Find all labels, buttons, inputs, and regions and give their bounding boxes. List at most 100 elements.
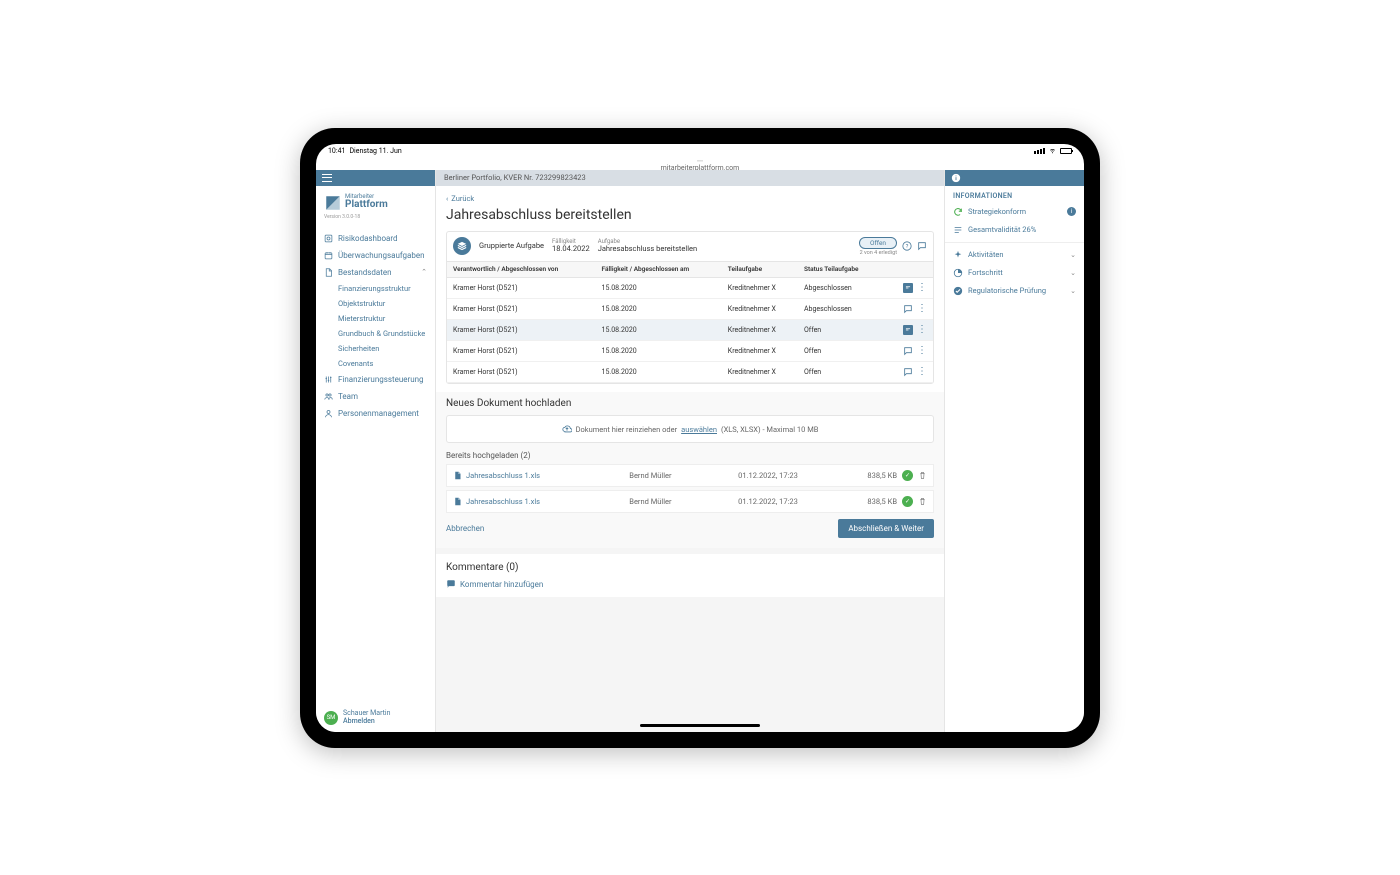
- person-icon: [324, 409, 333, 418]
- nav-risikodashboard[interactable]: Risikodashboard: [316, 230, 435, 247]
- gauge-icon: [324, 234, 333, 243]
- chevron-down-icon: ⌄: [1070, 269, 1076, 277]
- rb-info-title: INFORMATIONEN: [945, 186, 1084, 203]
- nav-sub-finanzierung[interactable]: Finanzierungsstruktur: [316, 281, 435, 296]
- nav-sub-sicherheiten[interactable]: Sicherheiten: [316, 341, 435, 356]
- table-row[interactable]: Kramer Horst (D521)15.08.2020Kreditnehme…: [447, 362, 933, 383]
- check-circle-icon: [953, 286, 963, 296]
- comment-icon[interactable]: [917, 241, 927, 251]
- add-comment-link[interactable]: Kommentar hinzufügen: [446, 579, 934, 589]
- logo-mark-icon: [324, 194, 342, 212]
- info-sidebar: INFORMATIONEN Strategiekonform i Gesamtv…: [944, 170, 1084, 732]
- nav-sub-covenants[interactable]: Covenants: [316, 356, 435, 371]
- comment-filled-icon[interactable]: [903, 283, 913, 293]
- nav-sub-grundbuch[interactable]: Grundbuch & Grundstücke: [316, 326, 435, 341]
- rb-fortschritt[interactable]: Fortschritt ⌄: [945, 264, 1084, 282]
- col-due: Fälligkeit / Abgeschlossen am: [596, 261, 722, 278]
- logout-link[interactable]: Abmelden: [343, 718, 390, 726]
- row-menu-icon[interactable]: ⋮: [917, 304, 927, 314]
- lines-icon: [953, 225, 963, 235]
- user-avatar[interactable]: SM: [324, 711, 338, 725]
- upload-browse-link[interactable]: auswählen: [681, 425, 717, 434]
- nav-personen[interactable]: Personenmanagement: [316, 405, 435, 422]
- sidebar-topbar: [316, 170, 435, 186]
- file-name[interactable]: Jahresabschluss 1.xls: [466, 471, 629, 480]
- back-link[interactable]: ‹ Zurück: [446, 194, 934, 203]
- col-owner: Verantwortlich / Abgeschlossen von: [447, 261, 596, 278]
- rb-validitaet[interactable]: Gesamtvalidität 26%: [945, 221, 1084, 239]
- rb-aktivitaeten[interactable]: Aktivitäten ⌄: [945, 246, 1084, 264]
- comment-outline-icon[interactable]: [903, 346, 913, 356]
- cancel-button[interactable]: Abbrechen: [446, 524, 484, 533]
- table-row[interactable]: Kramer Horst (D521)15.08.2020Kreditnehme…: [447, 299, 933, 320]
- brand-logo: Mitarbeiter Plattform Version 3.0.0-18: [316, 186, 435, 228]
- refresh-icon: [953, 207, 963, 217]
- sliders-icon: [324, 375, 333, 384]
- breadcrumb: Berliner Portfolio, KVER Nr. 72329982342…: [444, 173, 586, 182]
- home-indicator[interactable]: [640, 724, 760, 727]
- info-icon: [951, 173, 961, 183]
- sidebar-footer: SM Schauer Martin Abmelden: [316, 704, 435, 731]
- nav-team[interactable]: Team: [316, 388, 435, 405]
- subtask-table: Verantwortlich / Abgeschlossen von Fälli…: [447, 261, 933, 384]
- chevron-left-icon: ‹: [446, 194, 448, 203]
- file-ok-icon: [902, 496, 913, 507]
- chevron-up-icon: ⌃: [421, 268, 427, 276]
- table-row[interactable]: Kramer Horst (D521)15.08.2020Kreditnehme…: [447, 341, 933, 362]
- breadcrumb-bar: Berliner Portfolio, KVER Nr. 72329982342…: [436, 170, 944, 186]
- people-icon: [324, 392, 333, 401]
- delete-icon[interactable]: [918, 471, 927, 480]
- menu-toggle-icon[interactable]: [322, 174, 332, 182]
- table-row[interactable]: Kramer Horst (D521)15.08.2020Kreditnehme…: [447, 278, 933, 299]
- calendar-icon: [324, 251, 333, 260]
- nav-finanzsteuerung[interactable]: Finanzierungssteuerung: [316, 371, 435, 388]
- document-icon: [324, 268, 333, 277]
- upload-dropzone[interactable]: Dokument hier reinziehen oder auswählen …: [446, 415, 934, 443]
- nav-sub-mieter[interactable]: Mieterstruktur: [316, 311, 435, 326]
- rb-regpruefung[interactable]: Regulatorische Prüfung ⌄: [945, 282, 1084, 300]
- tablet-status-bar: 10:41 Dienstag 11. Jun: [316, 144, 1084, 158]
- file-row: Jahresabschluss 1.xlsBernd Müller01.12.2…: [446, 464, 934, 487]
- uploaded-title: Bereits hochgeladen (2): [446, 451, 934, 460]
- col-sub: Teilaufgabe: [722, 261, 798, 278]
- rightbar-header: [945, 170, 1084, 186]
- chevron-down-icon: ⌄: [1070, 251, 1076, 259]
- sidebar: Mitarbeiter Plattform Version 3.0.0-18 R…: [316, 170, 436, 732]
- upload-title: Neues Dokument hochladen: [446, 398, 934, 409]
- file-icon: [453, 471, 462, 480]
- task-status-pill: Offen: [859, 237, 897, 249]
- nav-bestandsdaten[interactable]: Bestandsdaten ⌃: [316, 264, 435, 281]
- page-title: Jahresabschluss bereitstellen: [446, 207, 934, 223]
- row-menu-icon[interactable]: ⋮: [917, 325, 927, 335]
- row-menu-icon[interactable]: ⋮: [917, 367, 927, 377]
- wifi-icon: [1049, 147, 1056, 154]
- pie-icon: [953, 268, 963, 278]
- comment-outline-icon[interactable]: [903, 304, 913, 314]
- rb-strategiekonform[interactable]: Strategiekonform i: [945, 203, 1084, 221]
- row-menu-icon[interactable]: ⋮: [917, 283, 927, 293]
- info-badge-icon: i: [1067, 207, 1076, 216]
- help-icon[interactable]: ?: [902, 241, 912, 251]
- sparkle-icon: [953, 250, 963, 260]
- task-progress: 2 von 4 erledigt: [859, 250, 897, 256]
- task-card: Gruppierte Aufgabe Fälligkeit 18.04.2022…: [446, 231, 934, 385]
- comment-filled-icon[interactable]: [903, 325, 913, 335]
- status-time: 10:41: [328, 147, 345, 155]
- comments-title: Kommentare (0): [446, 562, 934, 573]
- file-row: Jahresabschluss 1.xlsBernd Müller01.12.2…: [446, 490, 934, 513]
- sidebar-nav: Risikodashboard Überwachungsaufgaben Bes…: [316, 228, 435, 705]
- delete-icon[interactable]: [918, 497, 927, 506]
- nav-sub-objekt[interactable]: Objektstruktur: [316, 296, 435, 311]
- chevron-down-icon: ⌄: [1070, 287, 1076, 295]
- table-row[interactable]: Kramer Horst (D521)15.08.2020Kreditnehme…: [447, 320, 933, 341]
- col-status: Status Teilaufgabe: [798, 261, 882, 278]
- nav-ueberwachung[interactable]: Überwachungsaufgaben: [316, 247, 435, 264]
- status-date: Dienstag 11. Jun: [349, 147, 401, 155]
- comment-outline-icon[interactable]: [903, 367, 913, 377]
- task-group-icon: [453, 237, 471, 255]
- submit-button[interactable]: Abschließen & Weiter: [838, 519, 934, 538]
- file-ok-icon: [902, 470, 913, 481]
- row-menu-icon[interactable]: ⋮: [917, 346, 927, 356]
- file-name[interactable]: Jahresabschluss 1.xls: [466, 497, 629, 506]
- signal-icon: [1034, 148, 1045, 154]
